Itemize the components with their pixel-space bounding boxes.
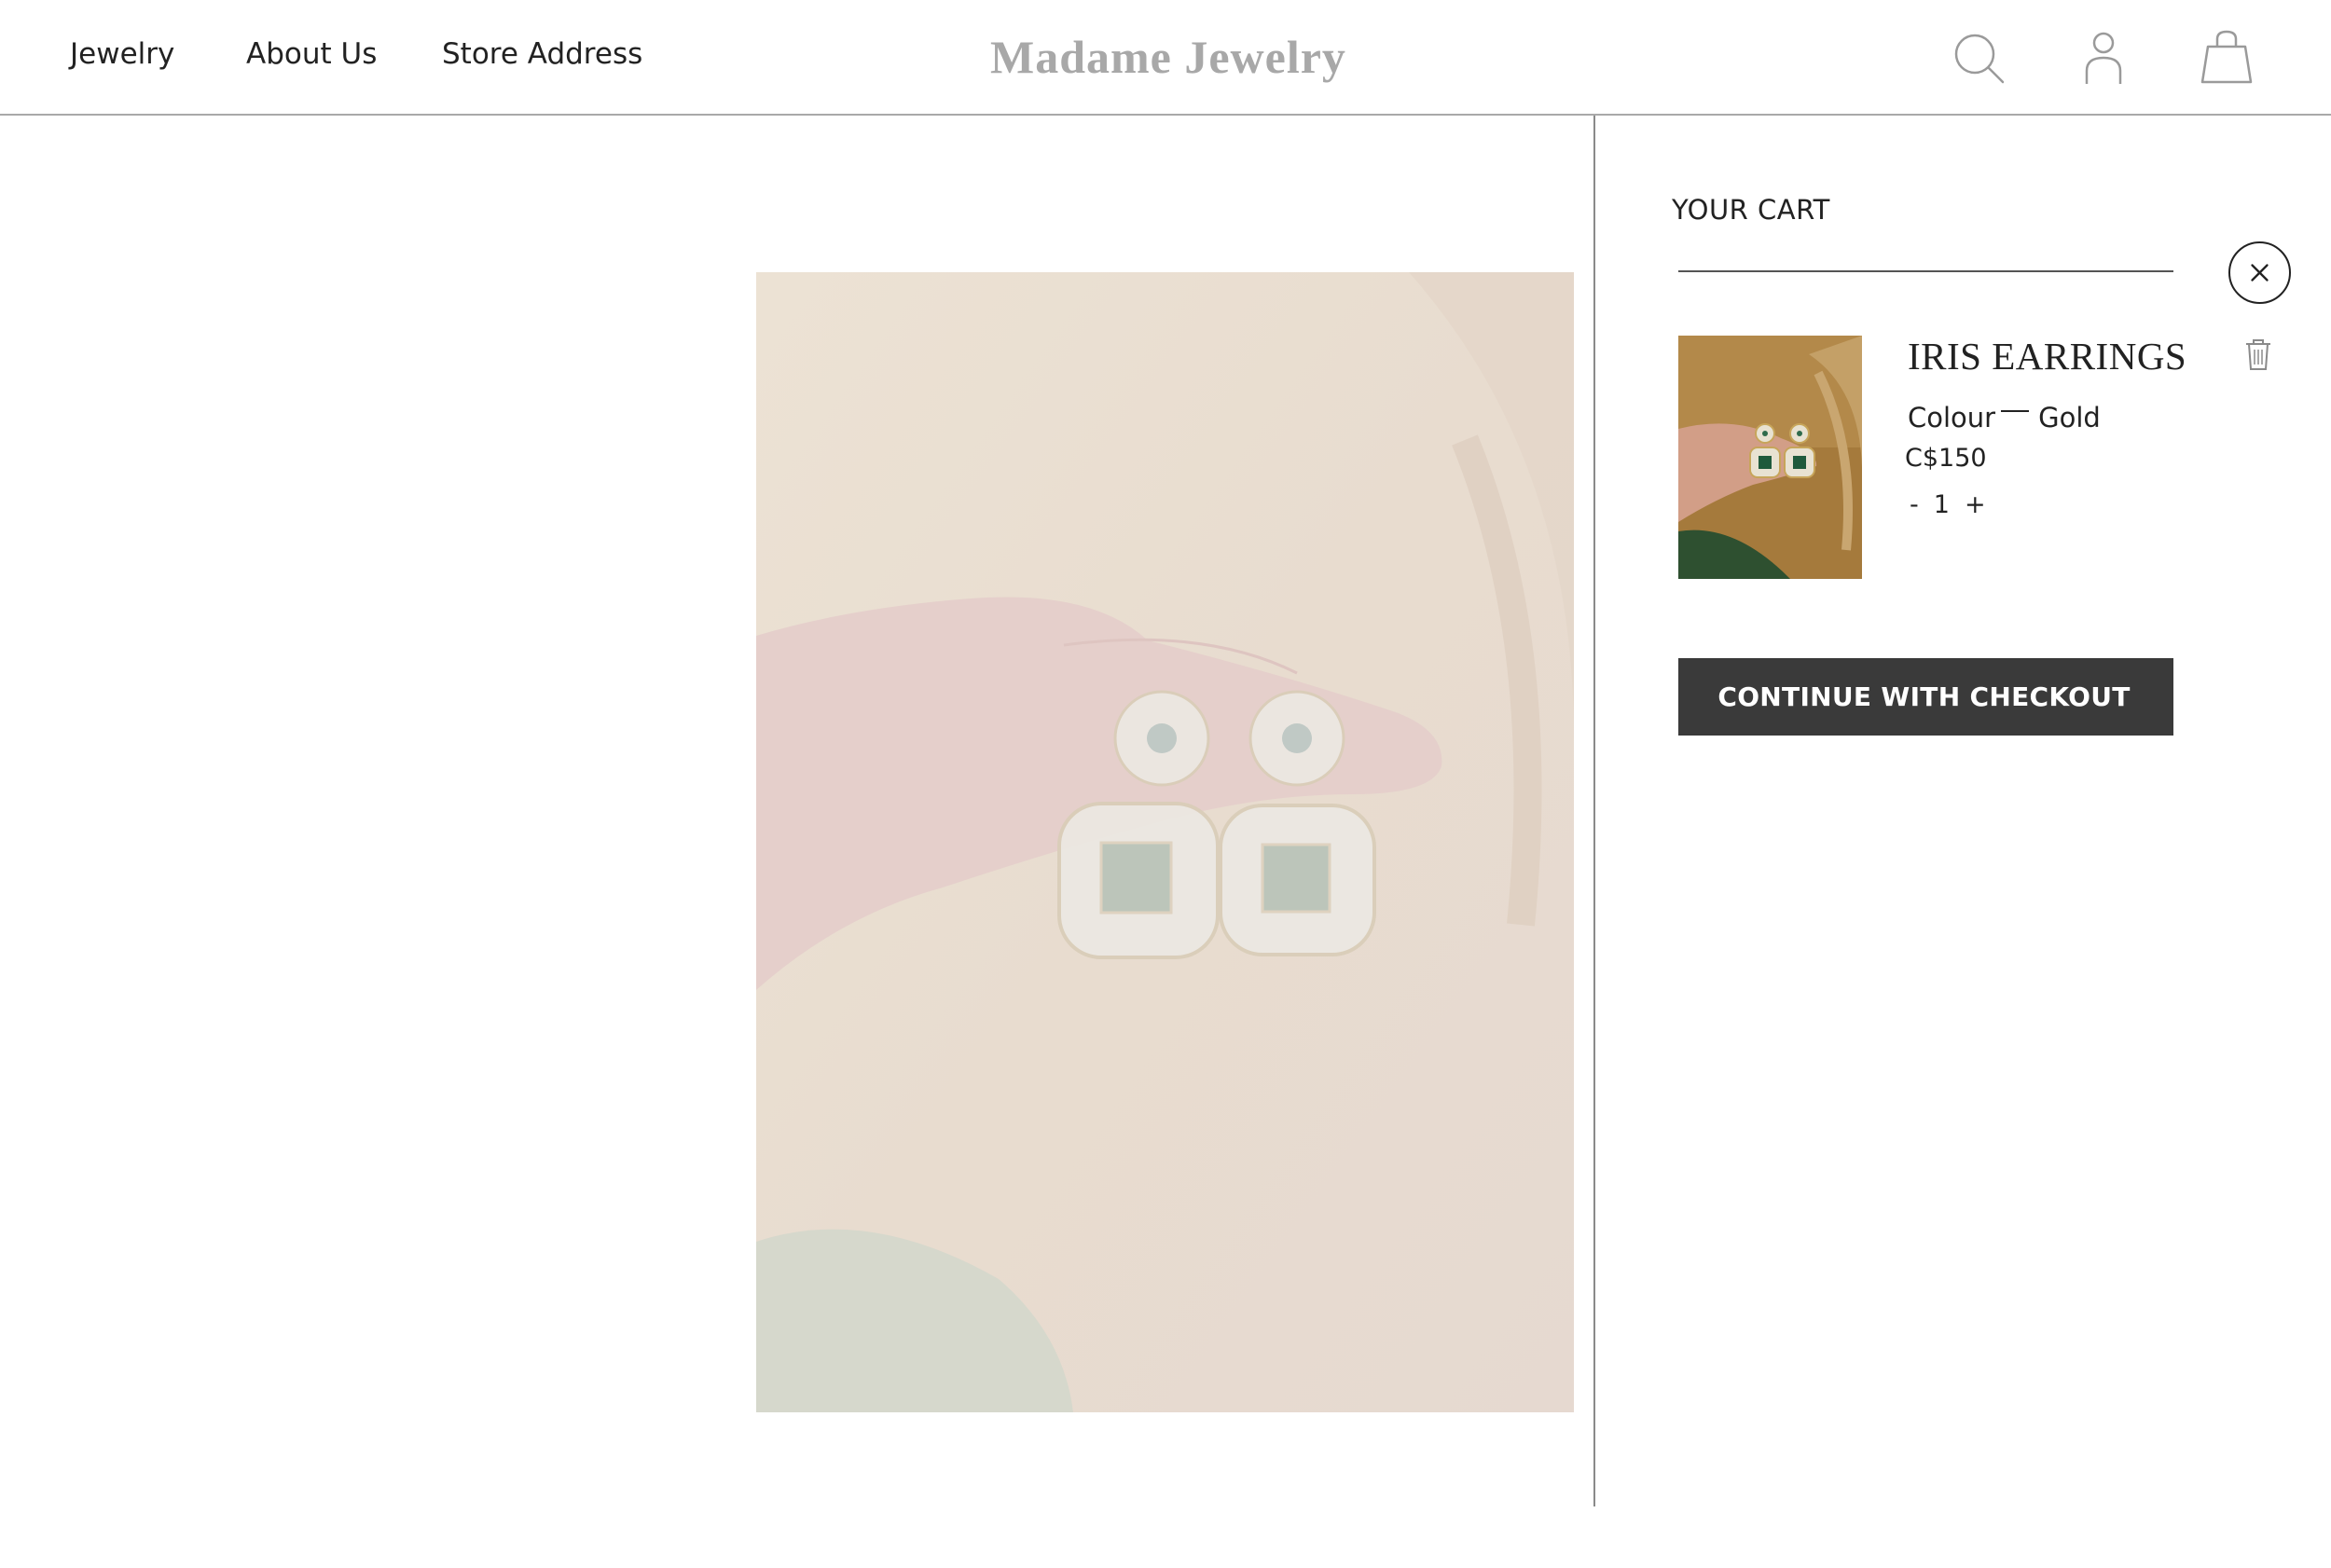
cart-item-price: C$150 [1905,444,1987,473]
close-cart-button[interactable] [2228,241,2291,304]
cart-divider [1678,270,2173,272]
checkout-button[interactable]: CONTINUE WITH CHECKOUT [1678,658,2173,736]
nav-store-address[interactable]: Store Address [442,37,642,71]
variant-value: Gold [2038,402,2101,433]
trash-icon [2246,339,2270,370]
cart-item-thumbnail[interactable] [1678,336,1862,579]
search-icon[interactable] [1949,28,2008,88]
brand-logo[interactable]: Madame Jewelry [990,30,1346,84]
cart-drawer [1593,116,2331,1506]
variant-separator [2001,410,2030,412]
cart-title: YOUR CART [1672,194,1830,226]
remove-item-button[interactable] [2243,337,2273,371]
shopping-bag-icon[interactable] [2197,28,2256,88]
product-image [756,272,1574,1412]
variant-label: Colour [1908,402,1996,433]
nav-about-us[interactable]: About Us [246,37,377,71]
quantity-value: 1 [1933,490,1950,519]
account-icon[interactable] [2074,28,2133,88]
site-header: Jewelry About Us Store Address Madame Je… [0,0,2331,116]
quantity-decrease-button[interactable]: - [1910,490,1919,519]
close-icon [2251,264,2269,282]
cart-item-name[interactable]: IRIS EARRINGS [1908,334,2186,378]
nav-jewelry[interactable]: Jewelry [70,37,174,71]
cart-item-variant: Colour Gold [1908,402,2101,433]
quantity-stepper: - 1 + [1910,490,1986,519]
quantity-increase-button[interactable]: + [1965,490,1986,519]
